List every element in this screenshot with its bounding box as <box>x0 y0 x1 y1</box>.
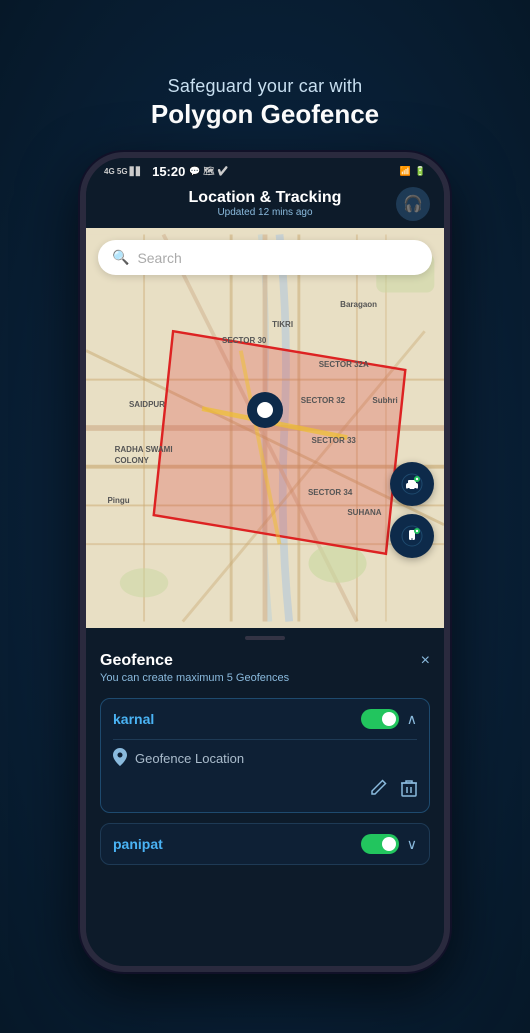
chevron-up-karnal[interactable]: ∧ <box>407 711 417 728</box>
map-label-sector34: SECTOR 34 <box>308 488 352 497</box>
geofence-controls-panipat: ∨ <box>361 834 417 854</box>
map-label-baragaon: Baragaon <box>340 300 377 309</box>
geofence-header-karnal: karnal ∧ <box>113 709 417 729</box>
header-subtitle: Updated 12 mins ago <box>189 207 342 218</box>
edit-button[interactable] <box>371 779 387 802</box>
location-icon <box>113 748 127 769</box>
signal-icons: 4G 5G ▋▋ <box>104 167 142 176</box>
headline-line1: Safeguard your car with <box>151 76 379 97</box>
map-label-subhri: Subhri <box>372 396 397 405</box>
headline-line2: Polygon Geofence <box>151 99 379 130</box>
geofence-location-row: Geofence Location <box>113 739 417 769</box>
geofence-item-karnal: karnal ∧ Geofence Location <box>100 698 430 813</box>
headline-section: Safeguard your car with Polygon Geofence <box>151 38 379 130</box>
panel-title: Geofence <box>100 652 289 670</box>
panel-header: Geofence You can create maximum 5 Geofen… <box>100 652 430 684</box>
geofence-controls-karnal: ∧ <box>361 709 417 729</box>
map-label-sector32a: SECTOR 32A <box>319 360 369 369</box>
status-time: 15:20 <box>152 164 185 179</box>
map-label-radhaswami: RADHA SWAMICOLONY <box>115 444 173 466</box>
map-label-pingu: Pingu <box>107 496 129 505</box>
map-label-sector33: SECTOR 33 <box>312 436 356 445</box>
search-icon: 🔍 <box>112 249 129 266</box>
map-area[interactable]: Baragaon TIKRI SECTOR 30 SECTOR 32A SECT… <box>86 228 444 628</box>
map-label-suhana: SUHANA <box>347 508 381 517</box>
status-bar: 4G 5G ▋▋ 15:20 💬 🗺 ✔ 📶 🔋 <box>86 158 444 183</box>
bottom-panel: Geofence You can create maximum 5 Geofen… <box>86 628 444 966</box>
map-label-saidpur: SAIDPUR <box>129 400 165 409</box>
geofence-actions <box>113 779 417 802</box>
notification-icons: 💬 🗺 ✔ <box>189 166 228 177</box>
chevron-down-panipat[interactable]: ∨ <box>407 836 417 853</box>
car-location-button[interactable] <box>390 462 434 506</box>
status-left: 4G 5G ▋▋ 15:20 💬 🗺 ✔ <box>104 164 228 179</box>
search-placeholder: Search <box>137 250 181 266</box>
geofence-item-panipat: panipat ∨ <box>100 823 430 865</box>
panel-handle <box>245 636 285 640</box>
panel-title-block: Geofence You can create maximum 5 Geofen… <box>100 652 289 684</box>
map-actions <box>390 462 434 558</box>
toggle-karnal[interactable] <box>361 709 399 729</box>
map-label-sector30: SECTOR 30 <box>222 336 266 345</box>
map-label-sector32: SECTOR 32 <box>301 396 345 405</box>
location-pin <box>247 392 283 436</box>
wifi-icon: 📶 <box>400 166 411 177</box>
geofence-header-panipat: panipat ∨ <box>113 834 417 854</box>
geofence-name-panipat: panipat <box>113 836 163 852</box>
delete-button[interactable] <box>401 779 417 802</box>
headphone-button[interactable]: 🎧 <box>396 187 430 221</box>
app-header: Location & Tracking Updated 12 mins ago … <box>86 183 444 228</box>
panel-subtitle: You can create maximum 5 Geofences <box>100 672 289 684</box>
battery-icon: 🔋 <box>415 166 426 177</box>
header-main-title: Location & Tracking <box>189 189 342 207</box>
map-label-tikri: TIKRI <box>272 320 293 329</box>
search-bar[interactable]: 🔍 Search <box>98 240 432 275</box>
close-button[interactable]: × <box>421 652 430 670</box>
phone-frame: 4G 5G ▋▋ 15:20 💬 🗺 ✔ 📶 🔋 Location & Trac… <box>80 152 450 972</box>
geofence-location-text: Geofence Location <box>135 751 244 766</box>
header-title-block: Location & Tracking Updated 12 mins ago <box>189 189 342 218</box>
headphone-icon: 🎧 <box>403 194 423 214</box>
status-right: 📶 🔋 <box>400 166 426 177</box>
phone-location-button[interactable] <box>390 514 434 558</box>
geofence-name-karnal: karnal <box>113 711 154 727</box>
toggle-panipat[interactable] <box>361 834 399 854</box>
